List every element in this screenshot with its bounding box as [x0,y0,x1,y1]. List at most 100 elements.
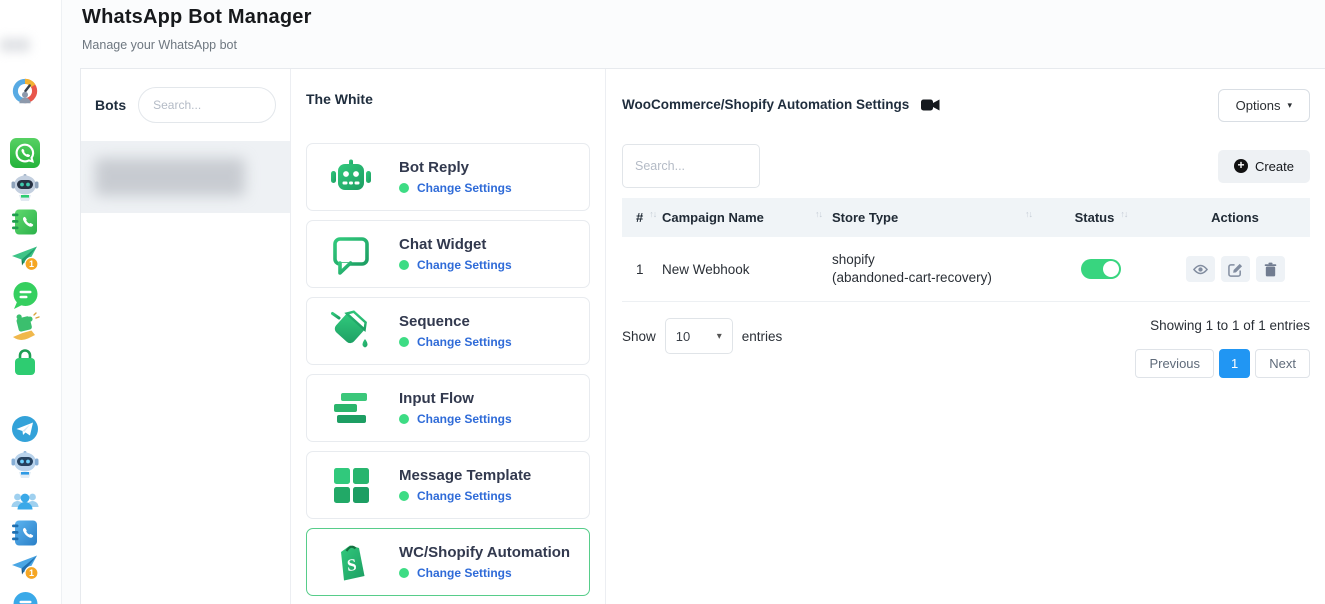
edit-icon [1228,262,1243,277]
col-header-index[interactable]: # [636,210,643,225]
contacts-book-blue-glyph [10,518,40,548]
create-button[interactable]: + Create [1218,150,1310,183]
status-dot [399,414,409,424]
feature-title: Sequence [399,313,512,330]
telegram-groups-icon[interactable] [9,484,41,516]
plus-circle-icon: + [1234,159,1248,173]
cell-campaign-name: New Webhook [662,262,832,277]
telegram-contacts-icon[interactable] [9,517,41,549]
whatsapp-campaign-icon[interactable]: 1 [9,242,41,274]
show-label: Show [622,329,656,344]
status-dot [399,568,409,578]
bots-label: Bots [95,97,126,113]
cell-actions [1160,256,1310,282]
feature-card-wc-shopify-automation[interactable]: S WC/Shopify Automation Change Settings [306,528,590,596]
page-size-select[interactable]: 10 ▾ [665,318,733,354]
col-header-actions: Actions [1211,210,1259,225]
people-group-glyph [10,485,40,515]
status-dot [399,260,409,270]
pagination: Previous 1 Next [1135,349,1310,378]
feature-title: Input Flow [399,390,512,407]
telegram-icon[interactable] [9,413,41,445]
feature-title: Message Template [399,467,531,484]
bots-search-input[interactable] [138,87,276,123]
change-settings-link[interactable]: Change Settings [417,181,512,195]
shopify-icon: S [329,540,373,584]
cell-status [1042,259,1160,279]
status-toggle[interactable] [1081,259,1121,279]
contacts-book-glyph [10,207,40,237]
bot-reply-icon [329,155,373,199]
change-settings-link[interactable]: Change Settings [417,258,512,272]
chevron-down-icon: ▾ [717,331,722,342]
bot-name-title: The White [306,91,590,107]
page-1-button[interactable]: 1 [1219,349,1250,378]
svg-text:S: S [346,555,357,575]
feature-card-text: Input Flow Change Settings [399,390,512,426]
dashboard-gauge-icon[interactable] [9,75,41,107]
telegram-bot-icon[interactable] [9,448,41,480]
bot-list-item[interactable] [81,141,290,213]
sort-icon[interactable]: ↑↓ [1120,209,1127,219]
feature-card-text: WC/Shopify Automation Change Settings [399,544,570,580]
whatsapp-chat-icon[interactable] [9,279,41,311]
table-search-input[interactable] [622,144,760,188]
change-settings-link[interactable]: Change Settings [417,489,512,503]
automation-table: # ↑↓ Campaign Name ↑↓ Store Type ↑↓ Stat… [622,198,1310,302]
table-header-row: # ↑↓ Campaign Name ↑↓ Store Type ↑↓ Stat… [622,198,1310,237]
feature-card-message-template[interactable]: Message Template Change Settings [306,451,590,519]
input-flow-icon [329,386,373,430]
shopping-bag-glyph [10,348,40,378]
whatsapp-bot-icon[interactable] [9,171,41,203]
message-template-icon [329,463,373,507]
col-header-status[interactable]: Status [1075,210,1115,225]
cell-index: 1 [622,262,662,277]
showing-entries-summary: Showing 1 to 1 of 1 entries [1150,318,1310,333]
features-column: The White [291,69,606,604]
sort-icon[interactable]: ↑↓ [649,209,656,219]
col-header-store-type[interactable]: Store Type [832,210,898,225]
next-page-button[interactable]: Next [1255,349,1310,378]
app-sidebar: 1 [0,0,62,604]
sort-icon[interactable]: ↑↓ [815,209,822,219]
change-settings-link[interactable]: Change Settings [417,566,512,580]
sort-icon[interactable]: ↑↓ [1025,209,1032,219]
feature-card-sequence[interactable]: Sequence Change Settings [306,297,590,365]
whatsapp-contacts-icon[interactable] [9,206,41,238]
status-dot [399,183,409,193]
change-settings-link[interactable]: Change Settings [417,412,512,426]
entries-label: entries [742,329,783,344]
page-header: WhatsApp Bot Manager Manage your WhatsAp… [82,6,312,52]
integrations-puzzle-icon[interactable] [9,311,41,343]
whatsapp-icon[interactable] [9,137,41,169]
telegram-chat-icon[interactable] [9,589,41,604]
chat-bubble-glyph [10,280,40,310]
telegram-glyph [10,414,40,444]
redacted-bot-name [95,158,245,196]
options-button[interactable]: Options ▾ [1218,89,1310,122]
chat-bubble-blue-glyph [10,590,40,604]
col-header-campaign[interactable]: Campaign Name [662,210,764,225]
toggle-knob [1103,261,1119,277]
feature-card-text: Sequence Change Settings [399,313,512,349]
svg-text:1: 1 [29,568,34,578]
delete-button[interactable] [1256,256,1285,282]
table-row: 1 New Webhook shopify (abandoned-cart-re… [622,237,1310,302]
change-settings-link[interactable]: Change Settings [417,335,512,349]
feature-card-chat-widget[interactable]: Chat Widget Change Settings [306,220,590,288]
view-button[interactable] [1186,256,1215,282]
feature-card-text: Bot Reply Change Settings [399,159,512,195]
main-panel: Bots The White [80,68,1325,604]
bots-header: Bots [81,69,290,141]
video-tutorial-icon[interactable] [921,98,940,112]
feature-card-input-flow[interactable]: Input Flow Change Settings [306,374,590,442]
edit-button[interactable] [1221,256,1250,282]
feature-card-bot-reply[interactable]: Bot Reply Change Settings [306,143,590,211]
previous-page-button[interactable]: Previous [1135,349,1214,378]
page-title: WhatsApp Bot Manager [82,6,312,29]
page-subtitle: Manage your WhatsApp bot [82,38,312,52]
options-label: Options [1236,98,1281,113]
telegram-campaign-icon[interactable]: 1 [9,551,41,583]
shop-bag-icon[interactable] [9,347,41,379]
feature-title: WC/Shopify Automation [399,544,570,561]
